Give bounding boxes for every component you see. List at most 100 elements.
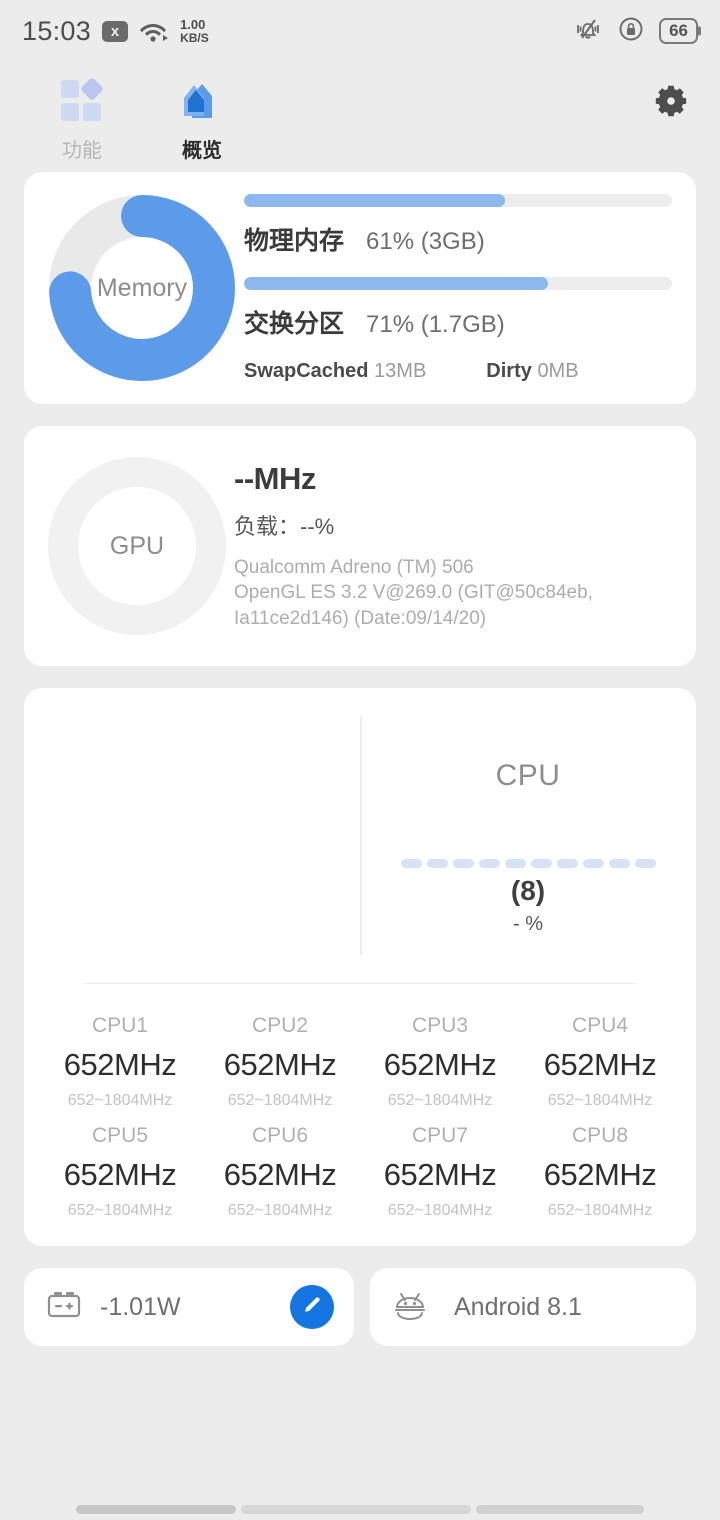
swapcached-stat: SwapCached 13MB — [244, 360, 426, 383]
cpu-core-range: 652~1804MHz — [547, 1202, 653, 1219]
cpu-card[interactable]: CPU (8) - % CPU1 652MHz 652~1804MHz CPU2… — [24, 688, 696, 1246]
network-speed-unit: KB/S — [180, 30, 209, 45]
swapcached-label: SwapCached — [244, 359, 369, 382]
cpu-core-item[interactable]: CPU7 652MHz 652~1804MHz — [360, 1124, 520, 1220]
gpu-ring: GPU — [48, 457, 226, 635]
cpu-core-name: CPU5 — [91, 1124, 149, 1147]
top-tab-bar: 功能 概览 — [0, 62, 720, 172]
tab-functions-label: 功能 — [62, 140, 102, 162]
mute-icon — [573, 16, 603, 47]
edit-button[interactable] — [290, 1285, 334, 1329]
cpu-dash-segment — [452, 859, 474, 868]
cpu-core-frequency: 652MHz — [223, 1157, 337, 1192]
cpu-core-frequency: 652MHz — [223, 1047, 337, 1082]
tab-functions[interactable]: 功能 — [22, 76, 142, 163]
app-screen: 15:03 x 1.00 KB/S 66 功能 概览 Memory 物理内存 6… — [0, 0, 720, 1520]
swap-row: 交换分区 71% (1.7GB) — [244, 304, 672, 340]
cpu-core-name: CPU1 — [91, 1014, 149, 1037]
network-speed: 1.00 KB/S — [180, 18, 209, 45]
system-navigation-bar — [0, 1498, 720, 1520]
os-card[interactable]: Android 8.1 — [370, 1268, 696, 1346]
cpu-core-item[interactable]: CPU8 652MHz 652~1804MHz — [520, 1124, 680, 1220]
cpu-core-range: 652~1804MHz — [227, 1092, 333, 1109]
gpu-card[interactable]: GPU --MHz 负载：--% Qualcomm Adreno (TM) 50… — [24, 426, 696, 666]
gpu-desc-line-2: OpenGL ES 3.2 V@269.0 (GIT@50c84eb, — [234, 582, 593, 604]
cpu-dash-segment — [530, 859, 552, 868]
nav-recents-handle[interactable] — [476, 1504, 644, 1514]
power-value: -1.01W — [100, 1292, 181, 1321]
memory-ring-label: Memory — [96, 273, 188, 302]
cpu-usage-percent: - % — [513, 913, 543, 935]
cpu-core-range: 652~1804MHz — [67, 1202, 173, 1219]
cpu-core-item[interactable]: CPU5 652MHz 652~1804MHz — [40, 1124, 200, 1220]
memory-ring: Memory — [48, 194, 236, 382]
cpu-core-item[interactable]: CPU4 652MHz 652~1804MHz — [520, 1014, 680, 1110]
cpu-dash-segment — [608, 859, 630, 868]
gpu-frequency: --MHz — [234, 460, 316, 496]
cpu-dash-segment — [634, 859, 656, 868]
cpu-core-item[interactable]: CPU2 652MHz 652~1804MHz — [200, 1014, 360, 1110]
cpu-core-name: CPU3 — [411, 1014, 469, 1037]
android-robot-icon — [390, 1289, 430, 1326]
cpu-title: CPU — [495, 759, 561, 792]
cpu-core-range: 652~1804MHz — [387, 1202, 493, 1219]
cpu-core-count: (8) — [510, 875, 546, 906]
cpu-dash-segment — [400, 859, 422, 868]
cpu-core-frequency: 652MHz — [543, 1047, 657, 1082]
cpu-chart-area — [24, 688, 360, 983]
cpu-core-frequency: 652MHz — [543, 1157, 657, 1192]
cpu-core-name: CPU4 — [571, 1014, 629, 1037]
nav-back-handle[interactable] — [76, 1504, 236, 1514]
cpu-dash-bar — [400, 859, 656, 868]
physical-memory-bar — [244, 193, 672, 207]
swap-bar-fill — [244, 276, 548, 290]
dirty-stat: Dirty 0MB — [486, 360, 578, 383]
os-value: Android 8.1 — [454, 1292, 582, 1321]
cpu-core-frequency: 652MHz — [63, 1157, 177, 1192]
rotation-lock-icon — [617, 15, 645, 48]
gpu-ring-label: GPU — [109, 531, 165, 560]
cpu-core-range: 652~1804MHz — [227, 1202, 333, 1219]
cpu-core-item[interactable]: CPU6 652MHz 652~1804MHz — [200, 1124, 360, 1220]
cpu-core-name: CPU8 — [571, 1124, 629, 1147]
cpu-core-item[interactable]: CPU1 652MHz 652~1804MHz — [40, 1014, 200, 1110]
settings-button[interactable] — [644, 76, 698, 130]
cpu-dash-segment — [582, 859, 604, 868]
cpu-dash-segment — [504, 859, 526, 868]
cpu-core-frequency: 652MHz — [383, 1157, 497, 1192]
cpu-overview: CPU (8) - % — [360, 688, 696, 983]
gpu-details: --MHz 负载：--% Qualcomm Adreno (TM) 506 Op… — [226, 461, 672, 632]
swapcached-value: 13MB — [374, 359, 427, 382]
nav-home-handle[interactable] — [241, 1504, 471, 1514]
cpu-core-item[interactable]: CPU3 652MHz 652~1804MHz — [360, 1014, 520, 1110]
gpu-desc-line-3: Ia11ce2d146) (Date:09/14/20) — [234, 607, 487, 629]
cpu-core-range: 652~1804MHz — [387, 1092, 493, 1109]
status-bar-right: 66 — [573, 15, 698, 48]
swap-bar — [244, 276, 672, 290]
bottom-card-row: -1.01W Android 8.1 — [0, 1268, 720, 1346]
cpu-core-range: 652~1804MHz — [547, 1092, 653, 1109]
physical-memory-label: 物理内存 — [244, 226, 345, 255]
status-bar: 15:03 x 1.00 KB/S 66 — [0, 0, 720, 62]
pencil-icon — [300, 1293, 324, 1322]
swap-value: 71% (1.7GB) — [366, 310, 505, 338]
battery-icon: 66 — [659, 18, 698, 44]
xbox-badge-icon: x — [102, 20, 129, 42]
status-clock: 15:03 — [22, 15, 92, 46]
cpu-core-name: CPU7 — [411, 1124, 469, 1147]
physical-memory-row: 物理内存 61% (3GB) — [244, 221, 672, 257]
apps-grid-icon — [55, 76, 109, 126]
cpu-dash-segment — [556, 859, 578, 868]
tab-overview[interactable]: 概览 — [142, 76, 262, 163]
cpu-core-frequency: 652MHz — [63, 1047, 177, 1082]
power-card[interactable]: -1.01W — [24, 1268, 354, 1346]
memory-card[interactable]: Memory 物理内存 61% (3GB) 交换分区 71% (1.7GB) S… — [24, 172, 696, 404]
cpu-core-name: CPU6 — [251, 1124, 309, 1147]
cpu-core-range: 652~1804MHz — [67, 1092, 173, 1109]
cpu-core-name: CPU2 — [251, 1014, 309, 1037]
cpu-vertical-divider — [360, 716, 362, 955]
cpu-dash-segment — [478, 859, 500, 868]
tab-overview-label: 概览 — [182, 140, 222, 162]
gpu-desc-line-1: Qualcomm Adreno (TM) 506 — [234, 556, 474, 578]
memory-details: 物理内存 61% (3GB) 交换分区 71% (1.7GB) SwapCach… — [236, 193, 672, 383]
